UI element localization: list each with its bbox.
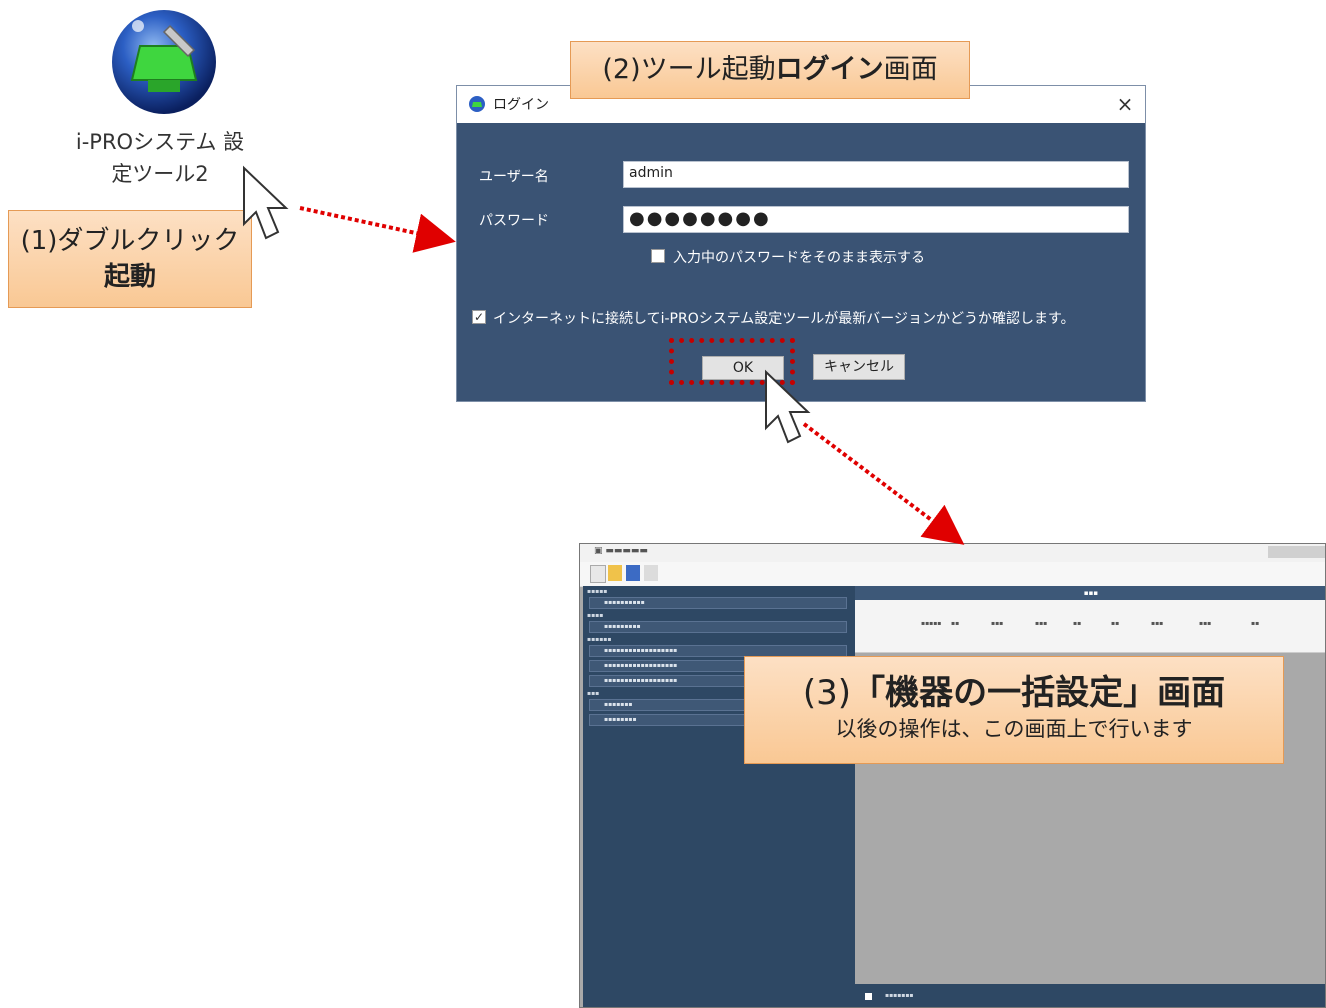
app-icon bbox=[467, 94, 487, 114]
password-field[interactable]: ●●●●●●●● bbox=[623, 206, 1129, 233]
step2-suffix: 画面 bbox=[883, 54, 938, 85]
column-header[interactable]: ▪▪ bbox=[951, 620, 959, 627]
column-header[interactable]: ▪▪▪▪▪ bbox=[921, 620, 941, 627]
settings-icon[interactable] bbox=[644, 565, 658, 581]
main-title-icon: ▣ ▬▬▬▬▬ bbox=[594, 546, 648, 556]
column-header[interactable]: ▪▪▪ bbox=[1199, 620, 1211, 627]
step3-subtext: 以後の操作は、この画面上で行います bbox=[835, 717, 1193, 741]
status-text: ▪▪▪▪▪▪▪ bbox=[885, 992, 914, 999]
close-icon[interactable]: × bbox=[1109, 89, 1141, 119]
main-status-bar: ▪▪▪▪▪▪▪ bbox=[855, 984, 1325, 1007]
column-header[interactable]: ▪▪ bbox=[1073, 620, 1081, 627]
main-titlebar: ▣ ▬▬▬▬▬ bbox=[580, 544, 1325, 562]
show-password-label: 入力中のパスワードをそのまま表示する bbox=[673, 250, 925, 266]
device-list-header: ▪▪▪ bbox=[855, 586, 1325, 600]
icon-label-line1: i-PROシステム 設 bbox=[75, 130, 245, 154]
desktop-icon-label: i-PROシステム 設 定ツール2 bbox=[40, 126, 280, 190]
login-dialog: ログイン × ユーザー名 admin パスワード ●●●●●●●● 入力中のパス… bbox=[456, 85, 1146, 402]
username-field[interactable]: admin bbox=[623, 161, 1129, 188]
step3-bold-text: 「機器の一括設定」画面 bbox=[851, 673, 1226, 713]
open-folder-icon[interactable] bbox=[608, 565, 622, 581]
step1-text: (1)ダブルクリック bbox=[20, 226, 240, 256]
sidebar-group-4: ▪▪▪ bbox=[587, 690, 600, 697]
step1-bold-text: 起動 bbox=[103, 262, 156, 292]
username-label: ユーザー名 bbox=[479, 169, 549, 185]
cancel-button[interactable]: キャンセル bbox=[813, 354, 905, 380]
ok-highlight-box bbox=[669, 338, 795, 385]
status-checkbox[interactable] bbox=[865, 993, 872, 1000]
device-list-area: ▪▪▪ ▪▪▪▪▪ ▪▪ ▪▪▪ ▪▪▪ ▪▪ ▪▪ ▪▪▪ ▪▪▪ ▪▪ bbox=[855, 586, 1325, 984]
step3-text: (3) bbox=[802, 673, 852, 713]
sidebar-group-3: ▪▪▪▪▪▪ bbox=[587, 636, 612, 643]
step2-callout: (2)ツール起動ログイン画面 bbox=[570, 41, 970, 99]
step2-bold-text: ログイン bbox=[775, 54, 884, 85]
bulk-settings-window: ▣ ▬▬▬▬▬ ▪▪▪▪▪ ▪▪▪▪▪▪▪▪▪▪ ▪▪▪▪ ▪▪▪▪▪▪▪▪▪ … bbox=[579, 543, 1326, 1008]
arrow-to-main-window bbox=[802, 422, 965, 545]
save-icon[interactable] bbox=[626, 565, 640, 581]
arrow-to-login bbox=[299, 206, 456, 253]
column-header[interactable]: ▪▪▪ bbox=[1151, 620, 1163, 627]
sidebar-item-1[interactable]: ▪▪▪▪▪▪▪▪▪▪ bbox=[589, 597, 847, 609]
device-list-columns: ▪▪▪▪▪ ▪▪ ▪▪▪ ▪▪▪ ▪▪ ▪▪ ▪▪▪ ▪▪▪ ▪▪ bbox=[855, 600, 1325, 653]
step1-callout: (1)ダブルクリック 起動 bbox=[8, 210, 252, 308]
sidebar-group-1: ▪▪▪▪▪ bbox=[587, 588, 608, 595]
step2-text: (2)ツール起動 bbox=[602, 54, 776, 85]
show-password-checkbox[interactable] bbox=[651, 249, 665, 263]
i-pro-setup-tool-icon[interactable] bbox=[100, 6, 228, 122]
update-check-checkbox[interactable]: ✓ bbox=[472, 310, 486, 324]
column-header[interactable]: ▪▪▪ bbox=[991, 620, 1003, 627]
column-header[interactable]: ▪▪▪ bbox=[1035, 620, 1047, 627]
password-label: パスワード bbox=[479, 213, 549, 229]
main-sidebar: ▪▪▪▪▪ ▪▪▪▪▪▪▪▪▪▪ ▪▪▪▪ ▪▪▪▪▪▪▪▪▪ ▪▪▪▪▪▪ ▪… bbox=[583, 586, 855, 1007]
icon-label-line2: 定ツール2 bbox=[111, 162, 209, 186]
sidebar-group-2: ▪▪▪▪ bbox=[587, 612, 604, 619]
window-controls[interactable] bbox=[1268, 546, 1325, 558]
update-check-label: インターネットに接続してi-PROシステム設定ツールが最新バージョンかどうか確認… bbox=[493, 311, 1075, 327]
login-title: ログイン bbox=[493, 97, 549, 113]
column-header[interactable]: ▪▪ bbox=[1111, 620, 1119, 627]
main-toolbar bbox=[580, 562, 1325, 587]
column-header[interactable]: ▪▪ bbox=[1251, 620, 1259, 627]
step3-callout: (3)「機器の一括設定」画面 以後の操作は、この画面上で行います bbox=[744, 656, 1284, 764]
new-icon[interactable] bbox=[590, 565, 606, 583]
sidebar-item-2[interactable]: ▪▪▪▪▪▪▪▪▪ bbox=[589, 621, 847, 633]
